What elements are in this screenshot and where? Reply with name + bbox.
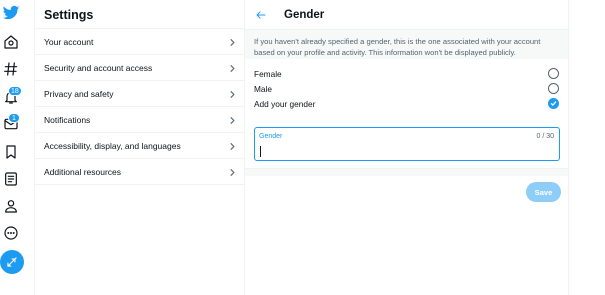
page-title: Gender xyxy=(284,8,325,21)
more-options-icon[interactable] xyxy=(0,222,22,244)
bookmarks-icon[interactable] xyxy=(0,141,22,163)
option-label: Male xyxy=(254,83,272,94)
chevron-right-icon xyxy=(229,38,236,46)
gender-option-female[interactable]: Female xyxy=(245,66,568,81)
gender-input[interactable] xyxy=(259,144,529,158)
settings-item-label: Notifications xyxy=(44,114,91,125)
messages-envelope-icon[interactable]: 1 xyxy=(0,113,22,135)
lists-icon[interactable] xyxy=(0,168,22,190)
save-button[interactable]: Save xyxy=(526,182,561,202)
gender-option-add-your-gender[interactable]: Add your gender xyxy=(245,96,568,111)
settings-item-your-account[interactable]: Your account xyxy=(35,29,244,55)
chevron-right-icon xyxy=(229,142,236,150)
detail-header: Gender xyxy=(245,0,568,29)
gender-field-label: Gender xyxy=(259,133,283,140)
option-label: Add your gender xyxy=(254,98,316,109)
chevron-right-icon xyxy=(229,116,236,124)
home-icon[interactable] xyxy=(0,31,22,53)
text-cursor xyxy=(260,146,261,157)
chevron-right-icon xyxy=(229,64,236,72)
gender-detail-panel: Gender If you haven't already specified … xyxy=(245,0,569,295)
character-counter: 0 / 30 xyxy=(536,133,554,140)
option-label: Female xyxy=(254,68,282,79)
gender-option-male[interactable]: Male xyxy=(245,81,568,96)
chevron-right-icon xyxy=(229,90,236,98)
compose-feather-icon xyxy=(7,257,17,267)
gender-text-field[interactable]: Gender 0 / 30 xyxy=(254,127,560,161)
settings-item-privacy[interactable]: Privacy and safety xyxy=(35,81,244,107)
gender-options: Female Male Add your gender xyxy=(245,59,568,111)
twitter-logo-icon[interactable] xyxy=(0,2,22,24)
gender-description: If you haven't already specified a gende… xyxy=(245,29,568,59)
settings-panel: Settings Your account Security and accou… xyxy=(34,0,245,295)
explore-hashtag-icon[interactable] xyxy=(0,58,22,80)
checkmark-icon xyxy=(550,101,557,106)
notifications-bell-icon[interactable]: 18 xyxy=(0,86,22,108)
settings-item-accessibility[interactable]: Accessibility, display, and languages xyxy=(35,133,244,159)
chevron-right-icon xyxy=(229,168,236,176)
settings-title: Settings xyxy=(35,0,244,29)
notifications-badge: 18 xyxy=(8,86,22,96)
radio-add-your-gender[interactable] xyxy=(548,98,559,109)
profile-icon[interactable] xyxy=(0,195,22,217)
settings-item-additional-resources[interactable]: Additional resources xyxy=(35,159,244,185)
radio-male[interactable] xyxy=(548,83,559,94)
back-arrow-icon[interactable] xyxy=(254,8,268,22)
settings-item-label: Accessibility, display, and languages xyxy=(44,140,181,151)
settings-item-label: Privacy and safety xyxy=(44,88,114,99)
settings-item-label: Your account xyxy=(44,36,94,47)
compose-tweet-button[interactable] xyxy=(0,250,24,274)
settings-item-security[interactable]: Security and account access xyxy=(35,55,244,81)
section-divider xyxy=(245,168,568,176)
settings-item-label: Security and account access xyxy=(44,62,153,73)
messages-badge: 1 xyxy=(8,113,20,123)
settings-item-label: Additional resources xyxy=(44,166,122,177)
settings-item-notifications[interactable]: Notifications xyxy=(35,107,244,133)
nav-rail: 18 1 xyxy=(0,0,24,295)
radio-female[interactable] xyxy=(548,68,559,79)
